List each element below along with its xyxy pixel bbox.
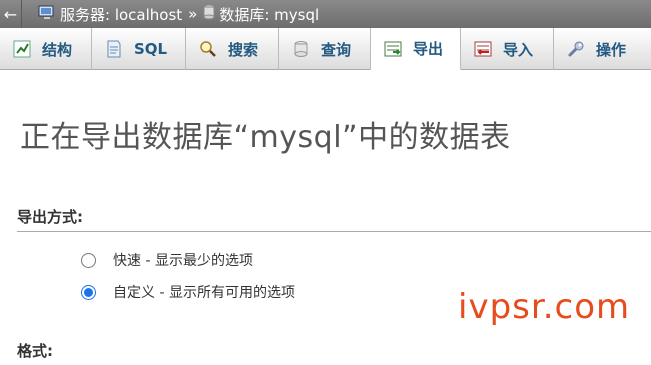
page-title: 正在导出数据库“mysql”中的数据表 — [20, 120, 511, 155]
breadcrumb-bar: ← 服务器: localhost » 数据库: mysql — [0, 0, 651, 28]
database-icon — [203, 4, 215, 24]
custom-radio[interactable] — [81, 284, 96, 300]
back-arrow-icon[interactable]: ← — [0, 0, 22, 28]
breadcrumb-server-label: 服务器: localhost — [60, 5, 183, 24]
tab-sql[interactable]: SQL — [92, 28, 186, 70]
wrench-icon — [566, 39, 586, 59]
tab-label: 结构 — [42, 40, 73, 59]
tab-label: 导出 — [413, 40, 444, 58]
query-icon — [291, 39, 311, 59]
tab-query[interactable]: 查询 — [279, 28, 371, 70]
quick-radio[interactable] — [81, 252, 96, 268]
export-custom-option[interactable]: 自定义 - 显示所有可用的选项 — [81, 282, 295, 302]
breadcrumb-database-label: 数据库: mysql — [219, 5, 320, 24]
format-heading: 格式: — [17, 340, 651, 365]
tab-label: 搜索 — [228, 40, 259, 59]
tab-label: 查询 — [321, 40, 352, 59]
tab-operations[interactable]: 操作 — [554, 28, 651, 70]
quick-option-label: 快速 - 显示最少的选项 — [113, 253, 253, 269]
tab-search[interactable]: 搜索 — [186, 28, 279, 70]
export-quick-option[interactable]: 快速 - 显示最少的选项 — [81, 250, 253, 270]
server-icon — [38, 4, 56, 24]
structure-icon — [12, 39, 32, 59]
sql-icon — [104, 39, 124, 59]
watermark: ivpsr.com — [458, 287, 631, 327]
tab-export[interactable]: 导出 — [371, 28, 461, 70]
custom-option-label: 自定义 - 显示所有可用的选项 — [113, 285, 295, 301]
tab-structure[interactable]: 结构 — [0, 28, 92, 70]
tab-label: 导入 — [503, 40, 534, 59]
tab-label: SQL — [134, 40, 168, 58]
tab-import[interactable]: 导入 — [461, 28, 554, 70]
tab-label: 操作 — [596, 40, 627, 59]
import-icon — [473, 39, 493, 59]
breadcrumb-database[interactable]: 数据库: mysql — [203, 4, 319, 25]
breadcrumb-separator: » — [188, 5, 198, 23]
export-method-heading: 导出方式: — [17, 206, 651, 232]
export-icon — [383, 39, 403, 59]
main-tabs: 结构 SQL 搜索 查询 导出 导入 操作 — [0, 28, 651, 70]
breadcrumb-server[interactable]: 服务器: localhost — [38, 4, 182, 25]
search-icon — [198, 39, 218, 59]
